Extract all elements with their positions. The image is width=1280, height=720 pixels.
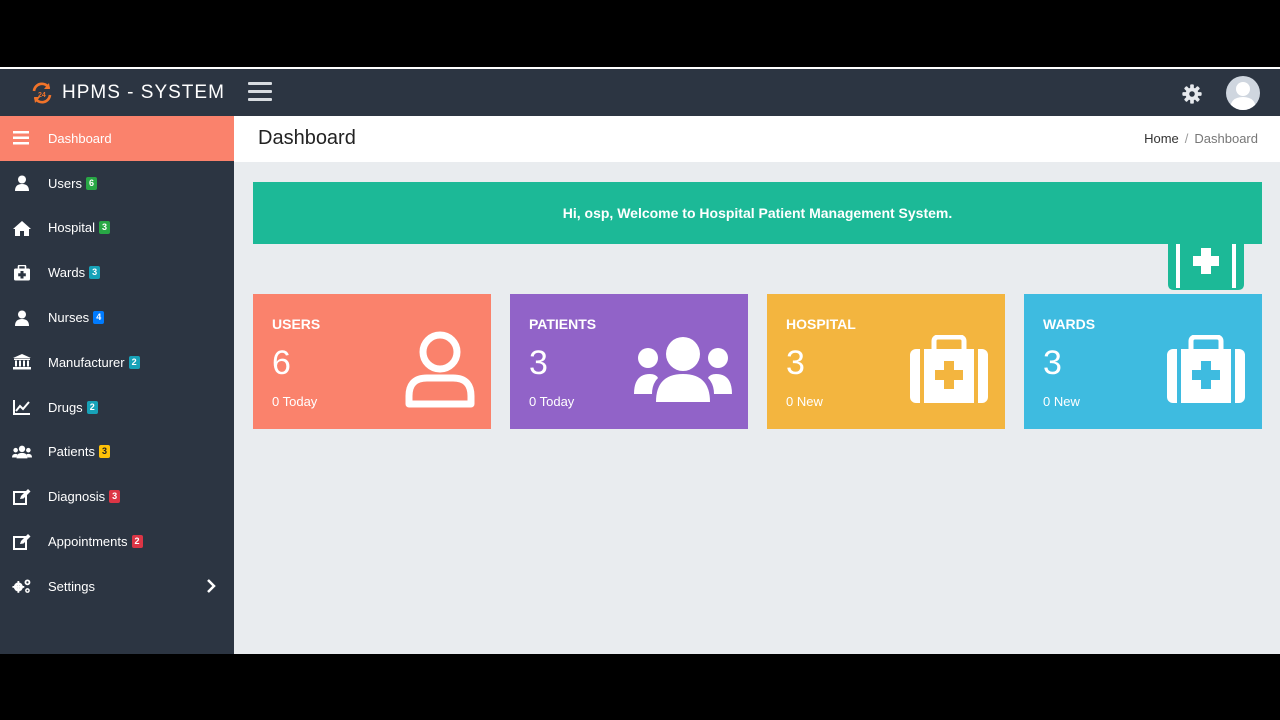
stat-card-value: 3 [529, 344, 548, 382]
medkit-icon [1168, 244, 1244, 290]
hamburger-line [248, 90, 272, 93]
medkit-icon [12, 264, 32, 282]
welcome-message: Hi, osp, Welcome to Hospital Patient Man… [562, 205, 953, 221]
page-title: Dashboard [258, 127, 356, 149]
top-navbar: 24 HPMS - SYSTEM [0, 67, 1280, 116]
brand[interactable]: 24 HPMS - SYSTEM [30, 69, 225, 116]
brand-title: HPMS - SYSTEM [62, 81, 225, 103]
gear-icon[interactable] [1181, 83, 1203, 105]
sidebar-item-label: Patients [48, 444, 95, 460]
sidebar-toggle-button[interactable] [248, 82, 272, 102]
stat-card-subtitle: 0 Today [272, 394, 318, 409]
stat-card-hospital[interactable]: HOSPITAL 3 0 New [767, 294, 1005, 429]
sidebar-item-label: Hospital [48, 220, 95, 236]
content-header: Dashboard Home / Dashboard [234, 116, 1280, 162]
sidebar-item-label: Settings [48, 578, 95, 594]
cogs-icon [12, 577, 32, 595]
user-icon [12, 174, 32, 192]
count-badge: 3 [89, 266, 101, 280]
sidebar-item-label: Manufacturer [48, 354, 125, 370]
sidebar-item-drugs[interactable]: Drugs 2 [0, 385, 234, 430]
home-icon [12, 219, 32, 237]
breadcrumb-separator: / [1184, 131, 1189, 146]
users-icon [634, 337, 732, 402]
sidebar-item-patients[interactable]: Patients 3 [0, 430, 234, 475]
refresh-24-icon: 24 [32, 82, 52, 103]
count-badge: 2 [128, 355, 140, 369]
user-avatar[interactable] [1226, 76, 1260, 110]
sidebar-item-label: Drugs [48, 399, 83, 415]
stat-card-subtitle: 0 Today [529, 394, 575, 409]
sidebar-item-wards[interactable]: Wards 3 [0, 250, 234, 295]
sidebar-item-appointments[interactable]: Appointments 2 [0, 519, 234, 564]
stat-card-patients[interactable]: PATIENTS 3 0 Today [510, 294, 748, 429]
line-chart-icon [12, 398, 32, 416]
letterbox-bottom [0, 654, 1280, 720]
users-icon [12, 443, 32, 461]
hamburger-line [248, 98, 272, 101]
stat-card-subtitle: 0 New [786, 394, 823, 409]
stat-card-title: HOSPITAL [786, 316, 856, 332]
welcome-alert: Hi, osp, Welcome to Hospital Patient Man… [253, 182, 1262, 244]
sidebar-item-diagnosis[interactable]: Diagnosis 3 [0, 474, 234, 519]
main-content: Dashboard Home / Dashboard Hi, osp, Welcom… [234, 116, 1280, 654]
sidebar-item-settings[interactable]: Settings [0, 564, 234, 609]
sidebar-item-label: Appointments [48, 534, 128, 550]
sidebar-item-dashboard[interactable]: Dashboard [0, 116, 234, 161]
user-icon [12, 309, 32, 327]
stat-card-wards[interactable]: WARDS 3 0 New [1024, 294, 1262, 429]
count-badge: 6 [85, 176, 97, 190]
hamburger-line [248, 82, 272, 85]
breadcrumb: Home / Dashboard [1144, 131, 1258, 146]
count-badge: 3 [109, 490, 121, 504]
stat-card-title: PATIENTS [529, 316, 597, 332]
sidebar-item-label: Wards [48, 265, 86, 281]
app-window: 24 HPMS - SYSTEM Dashboard Users 6 Hospi… [0, 67, 1280, 654]
sidebar-item-manufacturer[interactable]: Manufacturer 2 [0, 340, 234, 385]
count-badge: 3 [98, 221, 110, 235]
chevron-right-icon [207, 579, 216, 593]
sidebar-item-label: Dashboard [48, 130, 112, 146]
stat-card-subtitle: 0 New [1043, 394, 1080, 409]
user-outline-icon [405, 331, 475, 408]
edit-icon [12, 488, 32, 506]
stat-card-title: USERS [272, 316, 321, 332]
breadcrumb-current: Dashboard [1194, 131, 1258, 146]
svg-text:24: 24 [38, 92, 46, 99]
sidebar-item-label: Nurses [48, 310, 90, 326]
sidebar-item-nurses[interactable]: Nurses 4 [0, 295, 234, 340]
breadcrumb-home-link[interactable]: Home [1144, 131, 1179, 146]
letterbox-top [0, 0, 1280, 67]
stat-card-value: 6 [272, 344, 291, 382]
stat-card-title: WARDS [1043, 316, 1096, 332]
sidebar-item-label: Users [48, 175, 82, 191]
sidebar-item-users[interactable]: Users 6 [0, 161, 234, 206]
bars-icon [12, 129, 32, 147]
count-badge: 2 [86, 400, 98, 414]
avatar-icon [1230, 82, 1256, 110]
medkit-icon [1167, 335, 1245, 403]
bank-icon [12, 353, 32, 371]
count-badge: 4 [93, 311, 105, 325]
sidebar-item-label: Diagnosis [48, 489, 106, 505]
medkit-icon [910, 335, 988, 403]
sidebar-item-hospital[interactable]: Hospital 3 [0, 206, 234, 251]
count-badge: 3 [98, 445, 110, 459]
count-badge: 2 [131, 535, 143, 549]
stat-card-value: 3 [1043, 344, 1062, 382]
stat-card-users[interactable]: USERS 6 0 Today [253, 294, 491, 429]
stat-card-value: 3 [786, 344, 805, 382]
sidebar: Dashboard Users 6 Hospital 3 Wards 3 Nurses… [0, 116, 234, 654]
edit-icon [12, 533, 32, 551]
